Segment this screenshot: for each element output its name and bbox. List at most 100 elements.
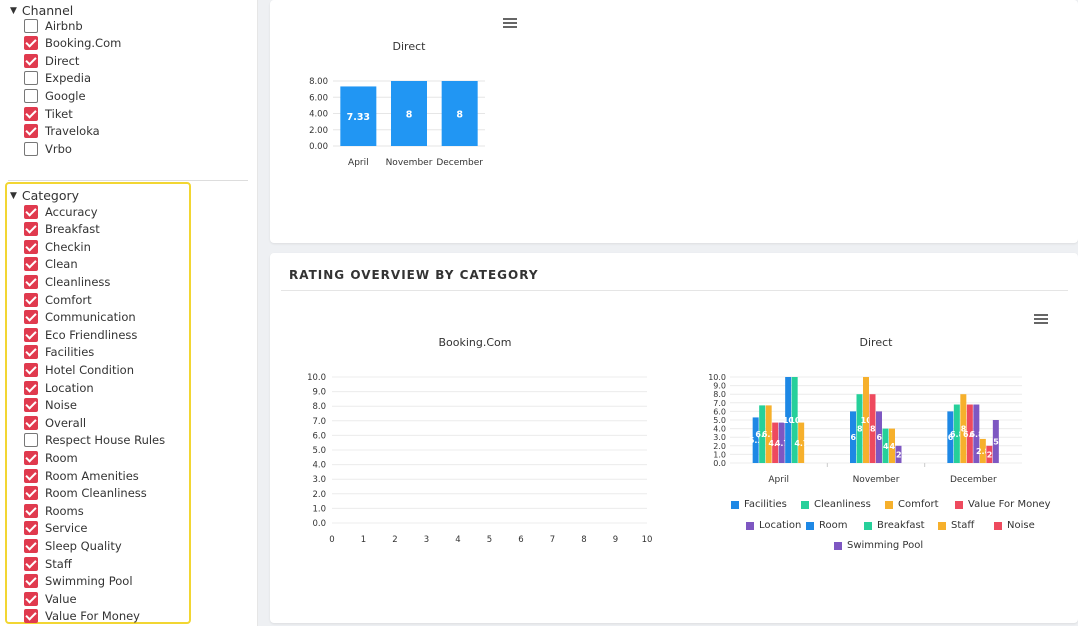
y-tick-label: 6.0: [312, 431, 326, 441]
channel-checkbox-row[interactable]: Expedia: [24, 70, 91, 87]
category-checkbox-row[interactable]: Communication: [24, 309, 136, 326]
collapse-triangle-icon[interactable]: ▼: [10, 191, 17, 201]
channel-checkbox-row[interactable]: Tiket: [24, 105, 73, 122]
checkbox[interactable]: [24, 345, 38, 360]
checkbox[interactable]: [24, 433, 38, 448]
category-checkbox-row[interactable]: Rooms: [24, 502, 84, 519]
checkbox[interactable]: [24, 362, 38, 377]
legend-swatch: [731, 500, 739, 509]
x-tick-label: April: [348, 158, 369, 168]
checkbox[interactable]: [24, 124, 38, 139]
legend-item[interactable]: Room: [806, 520, 847, 531]
checkbox[interactable]: [24, 556, 38, 571]
category-checkbox-row[interactable]: Value: [24, 590, 77, 607]
checkbox[interactable]: [24, 486, 38, 501]
category-checkbox-row[interactable]: Room Amenities: [24, 467, 139, 484]
category-checkbox-row[interactable]: Location: [24, 379, 94, 396]
legend-item[interactable]: Cleanliness: [801, 499, 871, 510]
legend-item[interactable]: Location: [746, 520, 801, 531]
checkbox[interactable]: [24, 88, 38, 103]
checkbox[interactable]: [24, 591, 38, 606]
legend-item[interactable]: Value For Money: [955, 499, 1051, 510]
channel-checkbox-row[interactable]: Booking.Com: [24, 35, 121, 52]
checkbox[interactable]: [24, 450, 38, 465]
channel-checkbox-row[interactable]: Google: [24, 87, 86, 104]
legend-item[interactable]: Comfort: [885, 499, 939, 510]
checkbox[interactable]: [24, 204, 38, 219]
checkbox[interactable]: [24, 521, 38, 536]
category-checkbox-row[interactable]: Room: [24, 449, 78, 466]
category-checkbox-row[interactable]: Sleep Quality: [24, 537, 122, 554]
category-checkbox-row[interactable]: Comfort: [24, 291, 92, 308]
checkbox[interactable]: [24, 53, 38, 68]
category-checkbox-row[interactable]: Accuracy: [24, 203, 98, 220]
checkbox[interactable]: [24, 310, 38, 325]
checkbox[interactable]: [24, 609, 38, 624]
y-tick-label: 0.00: [309, 142, 328, 152]
bar-data-label: 6: [876, 433, 882, 442]
category-checkbox-row[interactable]: Room Cleanliness: [24, 485, 147, 502]
checkbox[interactable]: [24, 503, 38, 518]
checkbox[interactable]: [24, 36, 38, 51]
channel-checkbox-row[interactable]: Airbnb: [24, 17, 83, 34]
checkbox[interactable]: [24, 468, 38, 483]
legend-item[interactable]: Staff: [938, 520, 974, 531]
category-checkbox-row[interactable]: Service: [24, 520, 88, 537]
checkbox[interactable]: [24, 380, 38, 395]
category-checkbox-row[interactable]: Swimming Pool: [24, 573, 133, 590]
checkbox[interactable]: [24, 106, 38, 121]
category-checkbox-row[interactable]: Facilities: [24, 344, 94, 361]
category-checkbox-row[interactable]: Breakfast: [24, 221, 100, 238]
legend-item[interactable]: Breakfast: [864, 520, 925, 531]
category-checkbox-label: Accuracy: [45, 204, 98, 219]
checkbox[interactable]: [24, 274, 38, 289]
category-checkbox-row[interactable]: Value For Money: [24, 608, 140, 625]
checkbox[interactable]: [24, 538, 38, 553]
checkbox[interactable]: [24, 141, 38, 156]
checkbox[interactable]: [24, 292, 38, 307]
legend-item[interactable]: Swimming Pool: [834, 540, 923, 551]
checkbox[interactable]: [24, 398, 38, 413]
category-checkbox-label: Clean: [45, 257, 78, 272]
x-tick-label: 7: [550, 535, 555, 545]
direct-category-chart: Direct 0.01.02.03.04.05.06.07.08.09.010.0…: [708, 336, 1022, 485]
checkbox[interactable]: [24, 257, 38, 272]
legend-swatch: [746, 521, 754, 530]
category-checkbox-row[interactable]: Staff: [24, 555, 72, 572]
category-checkbox-row[interactable]: Hotel Condition: [24, 361, 134, 378]
channel-checkbox-row[interactable]: Traveloka: [24, 123, 100, 140]
checkbox[interactable]: [24, 71, 38, 86]
category-checkbox-row[interactable]: Respect House Rules: [24, 432, 165, 449]
collapse-triangle-icon[interactable]: ▼: [10, 6, 17, 16]
category-checkbox-row[interactable]: Clean: [24, 256, 78, 273]
bar-data-label: 4: [883, 442, 889, 451]
category-checkbox-label: Swimming Pool: [45, 574, 133, 589]
checkbox[interactable]: [24, 574, 38, 589]
category-checkbox-label: Room: [45, 450, 78, 465]
checkbox[interactable]: [24, 239, 38, 254]
x-tick-label: November: [386, 158, 433, 168]
category-checkbox-row[interactable]: Eco Friendliness: [24, 326, 137, 343]
category-checkbox-row[interactable]: Checkin: [24, 238, 91, 255]
legend-item[interactable]: Noise: [994, 520, 1035, 531]
checkbox[interactable]: [24, 222, 38, 237]
y-tick-label: 8.0: [713, 390, 726, 399]
bar-data-label: 8: [406, 110, 413, 121]
category-checkbox-label: Sleep Quality: [45, 538, 122, 553]
channel-checkbox-row[interactable]: Direct: [24, 52, 79, 69]
legend-swatch: [806, 521, 814, 530]
legend-item[interactable]: Facilities: [731, 499, 787, 510]
y-tick-label: 2.0: [713, 442, 726, 451]
category-checkbox-row[interactable]: Overall: [24, 414, 86, 431]
channel-checkbox-row[interactable]: Vrbo: [24, 140, 72, 157]
category-checkbox-row[interactable]: Noise: [24, 397, 77, 414]
category-checkbox-row[interactable]: Cleanliness: [24, 273, 110, 290]
sidebar-divider: [8, 180, 248, 181]
checkbox[interactable]: [24, 415, 38, 430]
checkbox[interactable]: [24, 327, 38, 342]
category-group-header[interactable]: ▼ Category: [10, 188, 79, 203]
x-tick-label: December: [950, 475, 997, 485]
checkbox[interactable]: [24, 18, 38, 33]
y-tick-label: 3.0: [713, 433, 726, 442]
channel-group-header[interactable]: ▼ Channel: [10, 3, 73, 18]
